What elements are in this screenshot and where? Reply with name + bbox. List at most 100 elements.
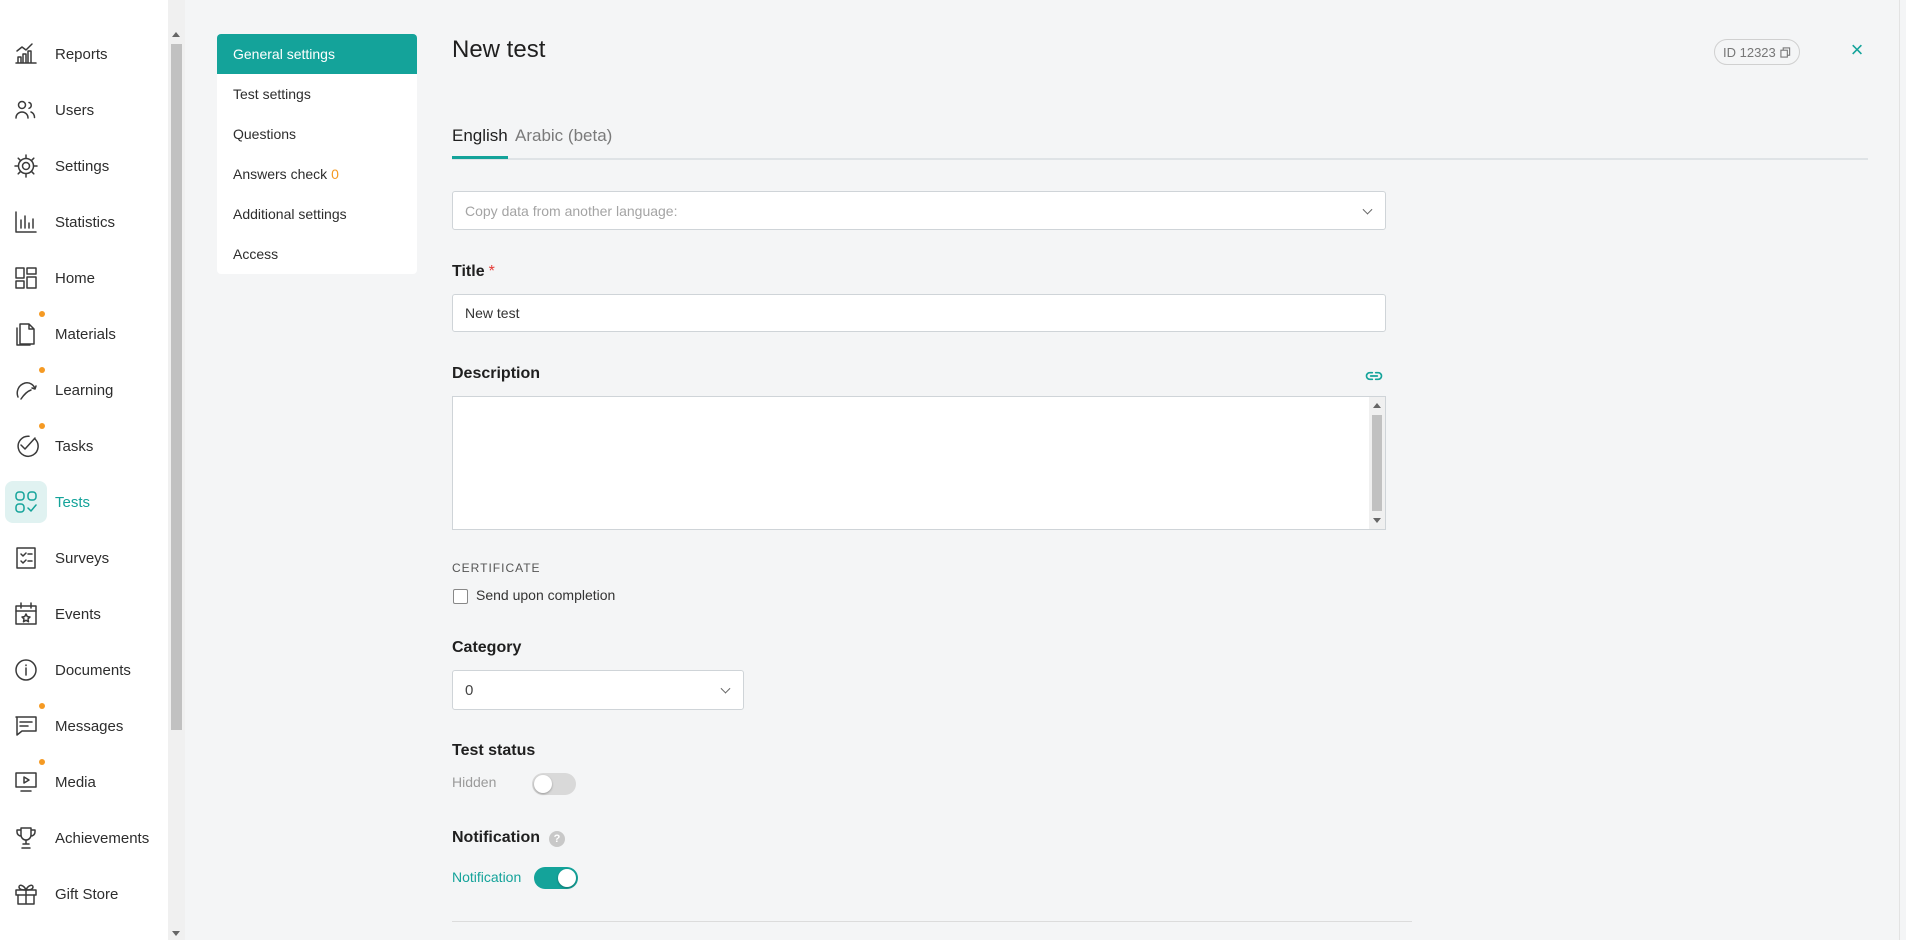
sidebar-item-tasks[interactable]: Tasks [0, 418, 168, 474]
toggle-knob [534, 775, 552, 793]
gear-icon [5, 145, 47, 187]
sidebar-item-label: Home [55, 269, 96, 287]
sidebar-item-label: Messages [55, 717, 124, 735]
notification-toggle-label: Notification [452, 869, 522, 885]
sidebar-item-label: Settings [55, 157, 110, 175]
documents-info-icon [5, 649, 47, 691]
submenu-item-general-settings[interactable]: General settings [217, 34, 417, 74]
submenu-item-access[interactable]: Access [217, 234, 417, 274]
submenu-item-answers-check[interactable]: Answers check 0 [217, 154, 417, 194]
sidebar-item-achievements[interactable]: Achievements [0, 810, 168, 866]
sidebar-item-events[interactable]: Events [0, 586, 168, 642]
category-select[interactable]: 0 [452, 670, 744, 710]
notification-dot [39, 367, 45, 373]
send-upon-completion-label[interactable]: Send upon completion [476, 587, 615, 603]
submenu-item-label: Test settings [233, 86, 311, 102]
submenu-item-label: Access [233, 246, 279, 262]
home-grid-icon [5, 257, 47, 299]
materials-icon [5, 313, 47, 355]
sidebar-item-home[interactable]: Home [0, 250, 168, 306]
submenu-item-additional-settings[interactable]: Additional settings [217, 194, 417, 234]
title-label-text: Title [452, 263, 485, 280]
sidebar-item-label: Materials [55, 325, 116, 343]
sidebar-item-materials[interactable]: Materials [0, 306, 168, 362]
sidebar-item-label: Events [55, 605, 101, 623]
sidebar-item-surveys[interactable]: Surveys [0, 530, 168, 586]
scrollbar-thumb[interactable] [171, 44, 182, 730]
submenu-item-label: Answers check [233, 166, 328, 182]
copy-icon[interactable] [1780, 46, 1791, 58]
scrollbar-thumb[interactable] [1372, 415, 1382, 511]
statistics-icon [5, 201, 47, 243]
submenu-item-test-settings[interactable]: Test settings [217, 74, 417, 114]
title-label: Title * [452, 263, 495, 281]
sidebar-item-label: Tasks [55, 437, 94, 455]
media-icon [5, 761, 47, 803]
notification-dot [39, 423, 45, 429]
link-icon[interactable] [1363, 366, 1385, 386]
sidebar-item-label: Statistics [55, 213, 116, 231]
submenu-item-label: Additional settings [233, 206, 347, 222]
id-badge[interactable]: ID 12323 [1714, 39, 1800, 65]
title-input[interactable]: New test [452, 294, 1386, 332]
sidebar-item-tests[interactable]: Tests [0, 474, 168, 530]
scroll-up-arrow[interactable] [1373, 403, 1381, 408]
sidebar-item-messages[interactable]: Messages [0, 698, 168, 754]
sidebar-item-gift-store[interactable]: Gift Store [0, 866, 168, 922]
sidebar-item-label: Users [55, 101, 95, 119]
sidebar-item-label: Tests [55, 493, 91, 511]
close-icon[interactable]: × [1845, 38, 1869, 62]
tests-icon [5, 481, 47, 523]
tab-arabic[interactable]: Arabic (beta) [515, 126, 612, 156]
tab-english[interactable]: English [452, 126, 508, 159]
chevron-down-icon [720, 683, 731, 694]
category-value: 0 [465, 681, 474, 699]
reports-icon [5, 33, 47, 75]
sidebar-item-label: Learning [55, 381, 114, 399]
learning-icon [5, 369, 47, 411]
notification-dot [39, 703, 45, 709]
submenu-item-label: General settings [233, 46, 335, 62]
sidebar-item-label: Surveys [55, 549, 110, 567]
main-scrollbar[interactable] [1899, 0, 1906, 940]
language-tabs: English Arabic (beta) [452, 126, 1868, 160]
category-label: Category [452, 639, 522, 656]
sidebar-item-label: Achievements [55, 829, 150, 847]
sidebar-item-label: Documents [55, 661, 131, 679]
notification-label: Notification [452, 829, 540, 846]
certificate-heading: CERTIFICATE [452, 561, 541, 575]
sidebar-item-learning[interactable]: Learning [0, 362, 168, 418]
copy-language-select[interactable]: Copy data from another language: [452, 191, 1386, 230]
scroll-down-arrow[interactable] [1373, 518, 1381, 523]
sidebar-item-label: Gift Store [55, 885, 119, 903]
sidebar-nav: Reports Users Settings Statistics Home Materi… [0, 0, 168, 940]
notification-toggle[interactable] [534, 867, 578, 889]
submenu-item-questions[interactable]: Questions [217, 114, 417, 154]
description-textarea[interactable] [452, 396, 1386, 530]
sidebar-item-statistics[interactable]: Statistics [0, 194, 168, 250]
scroll-up-arrow[interactable] [172, 32, 180, 37]
sidebar-item-media[interactable]: Media [0, 754, 168, 810]
users-icon [5, 89, 47, 131]
copy-language-placeholder: Copy data from another language: [465, 202, 678, 219]
title-input-value: New test [465, 305, 520, 321]
sidebar-scrollbar[interactable] [168, 0, 185, 940]
divider [452, 921, 1412, 922]
help-icon[interactable]: ? [549, 831, 565, 847]
sidebar-item-label: Media [55, 773, 96, 791]
test-status-toggle[interactable] [532, 773, 576, 795]
sidebar-item-users[interactable]: Users [0, 82, 168, 138]
sidebar-item-reports[interactable]: Reports [0, 26, 168, 82]
surveys-icon [5, 537, 47, 579]
settings-submenu: General settings Test settings Questions An… [217, 34, 417, 274]
required-marker: * [488, 263, 495, 280]
description-scrollbar[interactable] [1369, 397, 1385, 529]
sidebar-item-documents[interactable]: Documents [0, 642, 168, 698]
sidebar-item-settings[interactable]: Settings [0, 138, 168, 194]
description-label: Description [452, 365, 541, 382]
notification-dot [39, 311, 45, 317]
send-upon-completion-checkbox[interactable] [453, 589, 468, 604]
scroll-down-arrow[interactable] [172, 931, 180, 936]
sidebar-item-label: Reports [55, 45, 108, 63]
events-calendar-icon [5, 593, 47, 635]
